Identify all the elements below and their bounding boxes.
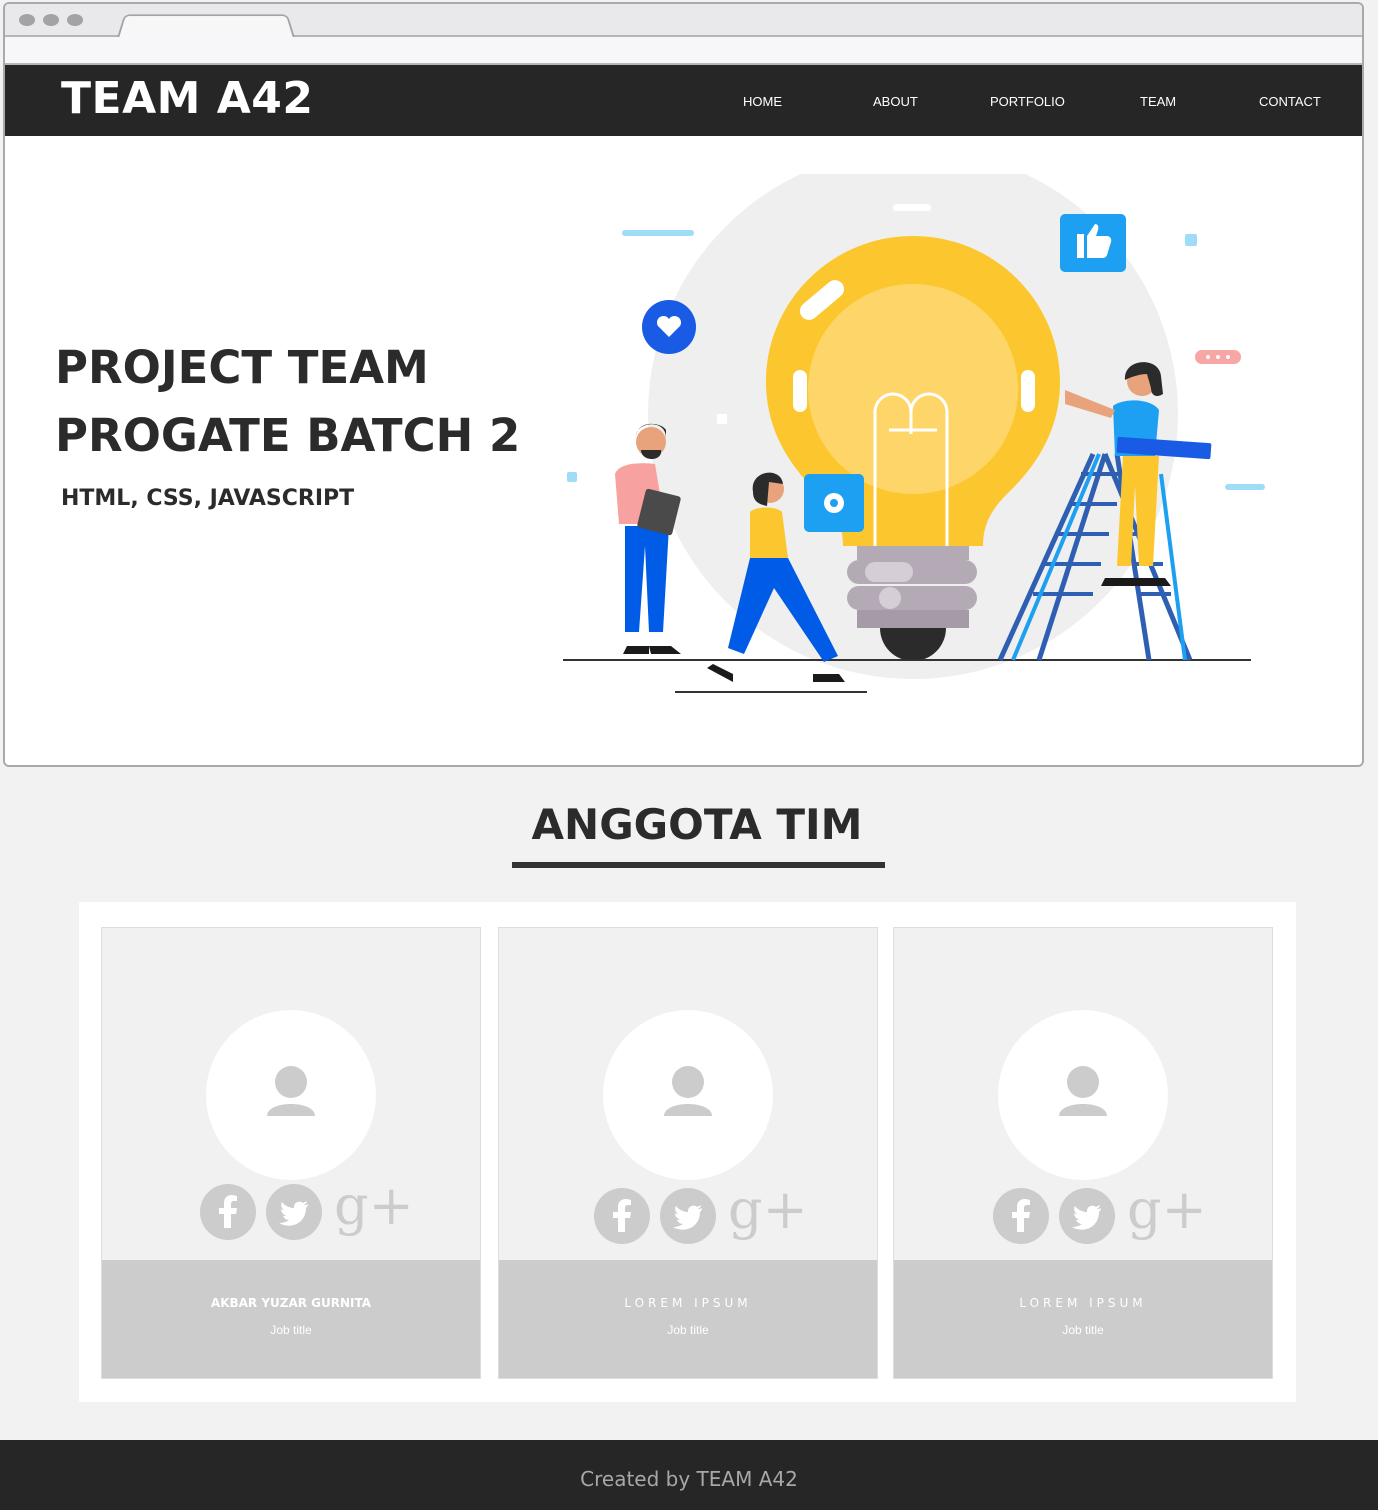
member-name: LOREM IPSUM [1019, 1296, 1147, 1310]
team-card: g+ AKBAR YUZAR GURNITA Job title [101, 927, 481, 1379]
hero-title-line1: PROJECT TEAM [55, 341, 429, 394]
social-links: g+ [993, 1178, 1207, 1248]
section-title-underline [512, 862, 885, 868]
card-info: LOREM IPSUM Job title [499, 1260, 877, 1378]
google-plus-icon[interactable]: g+ [334, 1174, 414, 1237]
hero-title-line2: PROGATE BATCH 2 [55, 409, 521, 462]
facebook-icon[interactable] [594, 1188, 650, 1244]
nav-about[interactable]: ABOUT [873, 94, 918, 109]
member-name: AKBAR YUZAR GURNITA [210, 1296, 372, 1310]
social-links: g+ [594, 1178, 808, 1248]
team-card: g+ LOREM IPSUM Job title [893, 927, 1273, 1379]
nav-contact[interactable]: CONTACT [1259, 94, 1321, 109]
window-close-dot[interactable] [19, 14, 35, 26]
footer-credit: Created by TEAM A42 [580, 1467, 798, 1491]
browser-window: TEAM A42 HOME ABOUT PORTFOLIO TEAM CONTA… [3, 2, 1364, 767]
navbar: TEAM A42 HOME ABOUT PORTFOLIO TEAM CONTA… [5, 65, 1362, 136]
deco-square [1185, 234, 1197, 246]
user-placeholder-icon [267, 1066, 315, 1116]
brand-logo[interactable]: TEAM A42 [61, 73, 314, 124]
footer: Created by TEAM A42 [0, 1440, 1378, 1510]
twitter-icon[interactable] [1059, 1188, 1115, 1244]
hero-illustration [563, 174, 1265, 693]
nav-home[interactable]: HOME [743, 94, 782, 109]
team-section-title: ANGGOTA TIM [531, 800, 863, 849]
deco-square [717, 414, 727, 424]
browser-tab[interactable] [117, 14, 295, 38]
facebook-icon[interactable] [993, 1188, 1049, 1244]
window-minimize-dot[interactable] [43, 14, 59, 26]
deco-dash [893, 204, 931, 211]
avatar [206, 1010, 376, 1180]
member-job-title: Job title [1062, 1323, 1104, 1337]
deco-dash [622, 230, 694, 236]
member-job-title: Job title [270, 1323, 312, 1337]
browser-titlebar [5, 4, 1362, 38]
browser-address-bar[interactable] [5, 37, 1362, 65]
user-placeholder-icon [664, 1066, 712, 1116]
social-links: g+ [200, 1174, 414, 1244]
nav-team[interactable]: TEAM [1140, 94, 1176, 109]
twitter-icon[interactable] [266, 1184, 322, 1240]
avatar [603, 1010, 773, 1180]
deco-square [567, 472, 577, 482]
facebook-icon[interactable] [200, 1184, 256, 1240]
nav-portfolio[interactable]: PORTFOLIO [990, 94, 1065, 109]
card-info: LOREM IPSUM Job title [894, 1260, 1272, 1378]
window-maximize-dot[interactable] [67, 14, 83, 26]
team-container: g+ AKBAR YUZAR GURNITA Job title g+ LORE… [79, 902, 1296, 1402]
deco-dash [1225, 484, 1265, 490]
member-name: LOREM IPSUM [624, 1296, 752, 1310]
team-card: g+ LOREM IPSUM Job title [498, 927, 878, 1379]
avatar [998, 1010, 1168, 1180]
card-info: AKBAR YUZAR GURNITA Job title [102, 1260, 480, 1378]
user-placeholder-icon [1059, 1066, 1107, 1116]
member-job-title: Job title [667, 1323, 709, 1337]
google-plus-icon[interactable]: g+ [728, 1178, 808, 1241]
twitter-icon[interactable] [660, 1188, 716, 1244]
hero-subtitle: HTML, CSS, JAVASCRIPT [61, 486, 355, 511]
google-plus-icon[interactable]: g+ [1127, 1178, 1207, 1241]
